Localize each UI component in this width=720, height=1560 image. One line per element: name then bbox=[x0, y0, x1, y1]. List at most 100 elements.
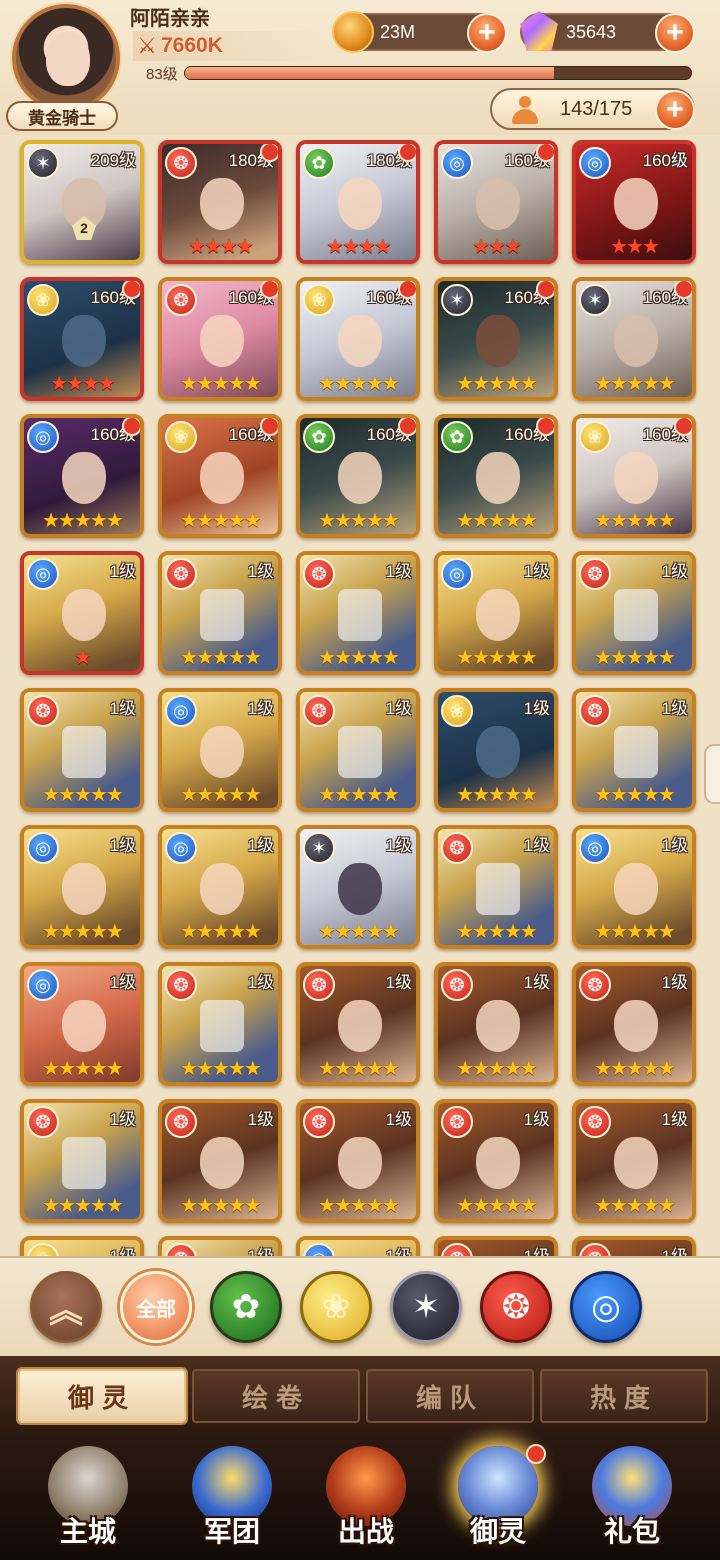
star-icons: ★★★★ bbox=[188, 236, 254, 258]
hero-grid[interactable]: ✶ 209级 2 ❂ 180级 ★★★★ ✿ 180级 ★★★★ ◎ 160级 ★★★ ◎ 160级 ★★★… bbox=[0, 138, 720, 1256]
hero-card[interactable]: ◎ 160级 ★★★★★ bbox=[20, 414, 144, 538]
hero-card[interactable]: ❂ 1级 ★★★★★ bbox=[572, 962, 696, 1086]
hero-card[interactable]: ◎ 1级 ★★★★★ bbox=[158, 688, 282, 812]
hero-card[interactable]: ◎ 1级 ★ bbox=[20, 551, 144, 675]
hero-card[interactable]: ❂ 1级 ★★★★★ bbox=[20, 1099, 144, 1223]
hero-card[interactable]: ❂1级 bbox=[434, 1236, 558, 1256]
roster-count: 143/175 bbox=[560, 98, 633, 120]
tab-0[interactable]: 御灵 bbox=[18, 1369, 186, 1423]
nav-item-gift-shop[interactable]: 礼包 bbox=[566, 1436, 698, 1556]
filter-up-button[interactable]: ︽ bbox=[30, 1271, 102, 1343]
nav-item-battle-gate[interactable]: 出战 bbox=[300, 1436, 432, 1556]
hero-card[interactable]: ❀ 1级 ★★★★★ bbox=[434, 688, 558, 812]
player-name: 阿陌亲亲 bbox=[130, 8, 210, 30]
hero-card[interactable]: ❂ 1级 ★★★★★ bbox=[434, 1099, 558, 1223]
hero-star-rating: ★★★★★ bbox=[576, 1058, 692, 1080]
add-gold-button[interactable]: + bbox=[467, 13, 507, 53]
hero-level: 1级 bbox=[247, 1110, 274, 1129]
hero-card[interactable]: ❂ 1级 ★★★★★ bbox=[296, 551, 420, 675]
hero-card[interactable]: ❀ 160级 ★★★★★ bbox=[158, 414, 282, 538]
notification-dot bbox=[674, 418, 692, 436]
tab-2[interactable]: 编队 bbox=[366, 1369, 534, 1423]
hero-card[interactable]: ✿ 180级 ★★★★ bbox=[296, 140, 420, 264]
hero-card[interactable]: ❀ 160级 ★★★★★ bbox=[572, 414, 696, 538]
hero-level: 1级 bbox=[247, 699, 274, 718]
hero-card[interactable]: ❂ 1级 ★★★★★ bbox=[296, 688, 420, 812]
filter-all-button[interactable]: 全部 bbox=[120, 1271, 192, 1343]
hero-card[interactable]: ✶ 160级 ★★★★★ bbox=[434, 277, 558, 401]
filter-water-button[interactable]: ◎ bbox=[570, 1271, 642, 1343]
hero-card[interactable]: ❂ 1级 ★★★★★ bbox=[572, 1099, 696, 1223]
nav-item-legion-shield[interactable]: 军团 bbox=[166, 1436, 298, 1556]
hero-star-rating: ★★★★★ bbox=[162, 647, 278, 669]
hero-card[interactable]: ◎1级 bbox=[296, 1236, 420, 1256]
hero-card[interactable]: ❂ 1级 ★★★★★ bbox=[296, 1099, 420, 1223]
hero-card[interactable]: ◎ 160级 ★★★ bbox=[434, 140, 558, 264]
notification-dot bbox=[398, 144, 416, 162]
star-icons: ★★★★★ bbox=[594, 647, 676, 669]
exp-bar-fill bbox=[185, 67, 555, 79]
water-element-icon: ◎ bbox=[165, 832, 197, 864]
star-icons: ★★★ bbox=[472, 236, 522, 258]
water-element-icon: ◎ bbox=[579, 832, 611, 864]
hero-card[interactable]: ❂ 1级 ★★★★★ bbox=[158, 962, 282, 1086]
hero-star-rating: ★★★★★ bbox=[576, 921, 692, 943]
hero-level: 1级 bbox=[661, 562, 688, 581]
hero-card[interactable]: ◎ 1级 ★★★★★ bbox=[158, 825, 282, 949]
power-value: 7660K bbox=[161, 34, 223, 57]
hero-card[interactable]: ◎ 1级 ★★★★★ bbox=[434, 551, 558, 675]
hero-card[interactable]: ❂1级 bbox=[572, 1236, 696, 1256]
nav-item-city[interactable]: 主城 bbox=[22, 1436, 154, 1556]
hero-card[interactable]: ◎ 1级 ★★★★★ bbox=[20, 962, 144, 1086]
star-icons: ★★★★★ bbox=[180, 647, 262, 669]
tab-3[interactable]: 热度 bbox=[540, 1369, 708, 1423]
star-icons: ★★★★★ bbox=[594, 1058, 676, 1080]
hero-card[interactable]: ❂ 1级 ★★★★★ bbox=[434, 825, 558, 949]
hero-card[interactable]: ❂ 1级 ★★★★★ bbox=[20, 688, 144, 812]
hero-card[interactable]: ✶ 209级 2 bbox=[20, 140, 144, 264]
hero-card[interactable]: ❂ 1级 ★★★★★ bbox=[158, 551, 282, 675]
notification-dot bbox=[260, 418, 278, 436]
tab-1[interactable]: 绘卷 bbox=[192, 1369, 360, 1423]
hero-card[interactable]: ◎ 160级 ★★★ bbox=[572, 140, 696, 264]
player-avatar[interactable] bbox=[12, 4, 120, 112]
hero-star-rating: ★★★★★ bbox=[300, 510, 416, 532]
hero-card[interactable]: ❀1级 bbox=[20, 1236, 144, 1256]
hero-card[interactable]: ❂ 1级 ★★★★★ bbox=[158, 1099, 282, 1223]
hero-face bbox=[614, 863, 658, 915]
side-drawer-handle[interactable] bbox=[704, 744, 720, 804]
hero-card[interactable]: ◎ 1级 ★★★★★ bbox=[20, 825, 144, 949]
hero-card[interactable]: ❂ 1级 ★★★★★ bbox=[296, 962, 420, 1086]
hero-card[interactable]: ❂ 1级 ★★★★★ bbox=[572, 551, 696, 675]
hero-card[interactable]: ❂ 1级 ★★★★★ bbox=[434, 962, 558, 1086]
hero-card[interactable]: ❀ 160级 ★★★★★ bbox=[296, 277, 420, 401]
hero-card[interactable]: ❂ 160级 ★★★★★ bbox=[158, 277, 282, 401]
star-icons: ★★★★★ bbox=[318, 1195, 400, 1217]
filter-light-button[interactable]: ❀ bbox=[300, 1271, 372, 1343]
hero-card[interactable]: ✿ 160级 ★★★★★ bbox=[296, 414, 420, 538]
fire-element-icon: ❂ bbox=[501, 1288, 531, 1326]
hero-level: 1级 bbox=[386, 1242, 412, 1256]
hero-card[interactable]: ❂1级 bbox=[158, 1236, 282, 1256]
nav-item-spirit-crystal[interactable]: 御灵 bbox=[432, 1436, 564, 1556]
hero-card[interactable]: ❀ 160级 ★★★★ bbox=[20, 277, 144, 401]
hero-card[interactable]: ◎ 1级 ★★★★★ bbox=[572, 825, 696, 949]
add-gems-button[interactable]: + bbox=[655, 13, 695, 53]
hero-star-rating: ★★★★★ bbox=[300, 373, 416, 395]
fire-element-icon: ❂ bbox=[441, 969, 473, 1001]
hero-level: 1级 bbox=[661, 973, 688, 992]
light-element-icon: ❀ bbox=[165, 421, 197, 453]
filter-wood-button[interactable]: ✿ bbox=[210, 1271, 282, 1343]
hero-card[interactable]: ❂ 1级 ★★★★★ bbox=[572, 688, 696, 812]
filter-shadow-button[interactable]: ✶ bbox=[390, 1271, 462, 1343]
hero-star-rating: ★★★★★ bbox=[438, 784, 554, 806]
hero-card[interactable]: ✿ 160级 ★★★★★ bbox=[434, 414, 558, 538]
hero-card[interactable]: ❂ 180级 ★★★★ bbox=[158, 140, 282, 264]
hero-card[interactable]: ✶ 1级 ★★★★★ bbox=[296, 825, 420, 949]
fire-element-icon: ❂ bbox=[165, 558, 197, 590]
hero-star-rating: ★★★★★ bbox=[576, 373, 692, 395]
expand-roster-button[interactable]: + bbox=[655, 90, 695, 130]
hero-star-rating: ★★★★★ bbox=[24, 1195, 140, 1217]
filter-fire-button[interactable]: ❂ bbox=[480, 1271, 552, 1343]
hero-card[interactable]: ✶ 160级 ★★★★★ bbox=[572, 277, 696, 401]
